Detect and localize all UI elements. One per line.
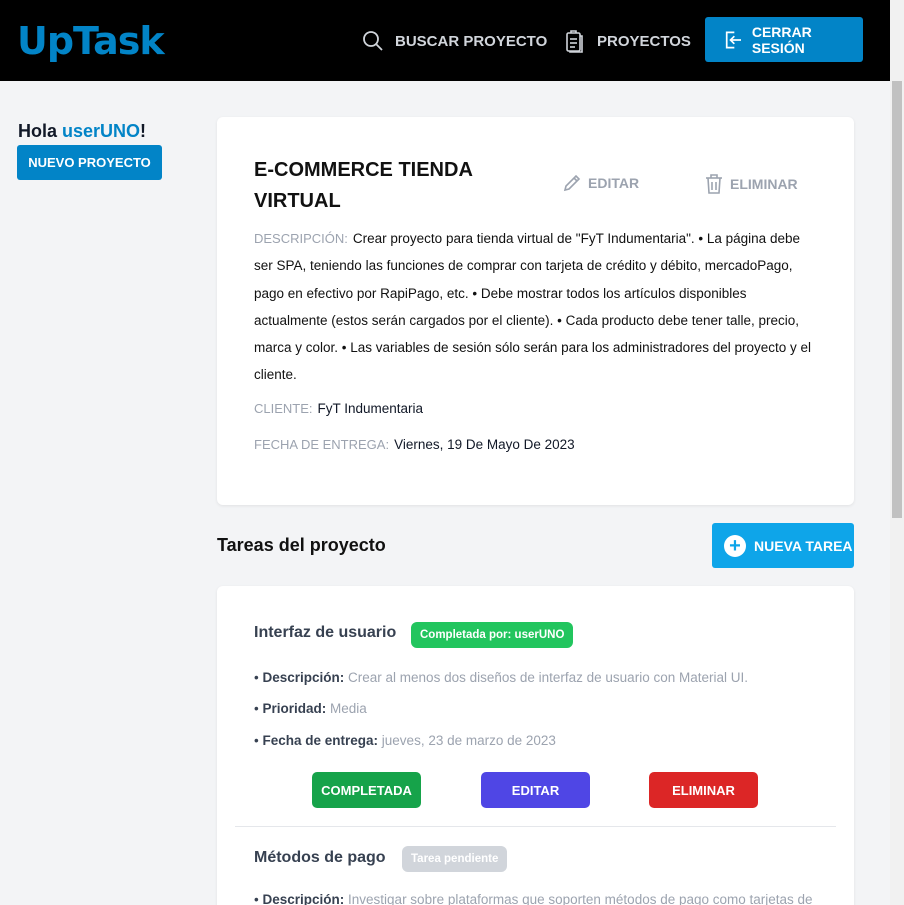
trash-icon [706,174,722,194]
logout-icon [725,31,742,48]
client-label: CLIENTE: [254,401,313,416]
plus-circle-icon: + [724,534,746,557]
task-name: Interfaz de usuario [254,624,397,641]
scrollbar-thumb[interactable] [892,81,902,518]
task-priority-label: Prioridad: [262,701,327,716]
delete-project-label: ELIMINAR [730,176,798,192]
description-text: Crear proyecto para tienda virtual de "F… [254,231,812,383]
new-task-button[interactable]: + NUEVA TAREA [712,523,854,568]
task-divider [235,826,836,827]
task-desc-value: Investigar sobre plataformas que soporte… [348,892,813,905]
search-icon [363,31,383,51]
edit-task-button[interactable]: EDITAR [481,772,590,808]
new-task-label: NUEVA TAREA [754,537,853,554]
task-name: Métodos de pago [254,849,386,866]
project-client: CLIENTE: FyT Indumentaria [254,401,423,416]
projects-label: PROYECTOS [597,32,691,50]
tasks-heading: Tareas del proyecto [217,535,386,555]
due-value: Viernes, 19 De Mayo De 2023 [394,437,575,452]
task-description: • Descripción: Crear al menos dos diseño… [254,670,748,685]
clipboard-icon [566,30,583,53]
task-desc-label: Descripción: [262,670,345,685]
pencil-icon [563,174,581,192]
task-due-value: jueves, 23 de marzo de 2023 [381,733,556,748]
task-status-badge: Tarea pendiente [402,846,508,872]
new-project-button[interactable]: NUEVO PROYECTO [17,145,162,180]
description-label: DESCRIPCIÓN: [254,231,348,246]
greeting-username: userUNO [62,121,141,141]
logout-label: CERRAR SESIÓN [751,23,812,56]
greeting-prefix: Hola [18,121,63,141]
projects-link[interactable]: PROYECTOS [563,26,691,56]
top-bar: UpTask BUSCAR PROYECTO PROYECTOS CERRAR … [0,0,890,81]
task-description: • Descripción: Investigar sobre platafor… [254,892,813,905]
task-priority: • Prioridad: Media [254,701,367,716]
delete-project-button[interactable]: ELIMINAR [704,173,798,195]
delete-task-button[interactable]: ELIMINAR [649,772,758,808]
search-project-label: BUSCAR PROYECTO [395,32,548,50]
project-due-date: FECHA DE ENTREGA: Viernes, 19 De Mayo De … [254,437,575,452]
project-description: DESCRIPCIÓN: Crear proyecto para tienda v… [254,225,819,389]
complete-task-button[interactable]: COMPLETADA [312,772,421,808]
task-priority-value: Media [330,701,367,716]
task-desc-label: Descripción: [262,892,345,905]
app-logo[interactable]: UpTask [17,18,165,64]
page-scrollbar[interactable] [890,0,904,905]
project-card: E-COMMERCE TIENDA VIRTUAL EDITAR ELIMINA… [217,117,854,505]
edit-project-button[interactable]: EDITAR [562,173,639,193]
edit-project-label: EDITAR [588,175,640,191]
search-project-button[interactable]: BUSCAR PROYECTO [361,26,547,56]
greeting-suffix: ! [140,121,147,141]
task-list: Interfaz de usuario Completada por: user… [217,586,854,905]
project-title: E-COMMERCE TIENDA VIRTUAL [254,159,473,212]
logout-button[interactable]: CERRAR SESIÓN [705,17,863,62]
greeting: Hola userUNO! [18,121,146,142]
task-desc-value: Crear al menos dos diseños de interfaz d… [348,670,748,685]
due-label: FECHA DE ENTREGA: [254,437,390,452]
task-status-badge: Completada por: userUNO [411,622,574,648]
task-due-date: • Fecha de entrega: jueves, 23 de marzo … [254,733,556,748]
task-due-label: Fecha de entrega: [262,733,379,748]
client-value: FyT Indumentaria [317,401,424,416]
